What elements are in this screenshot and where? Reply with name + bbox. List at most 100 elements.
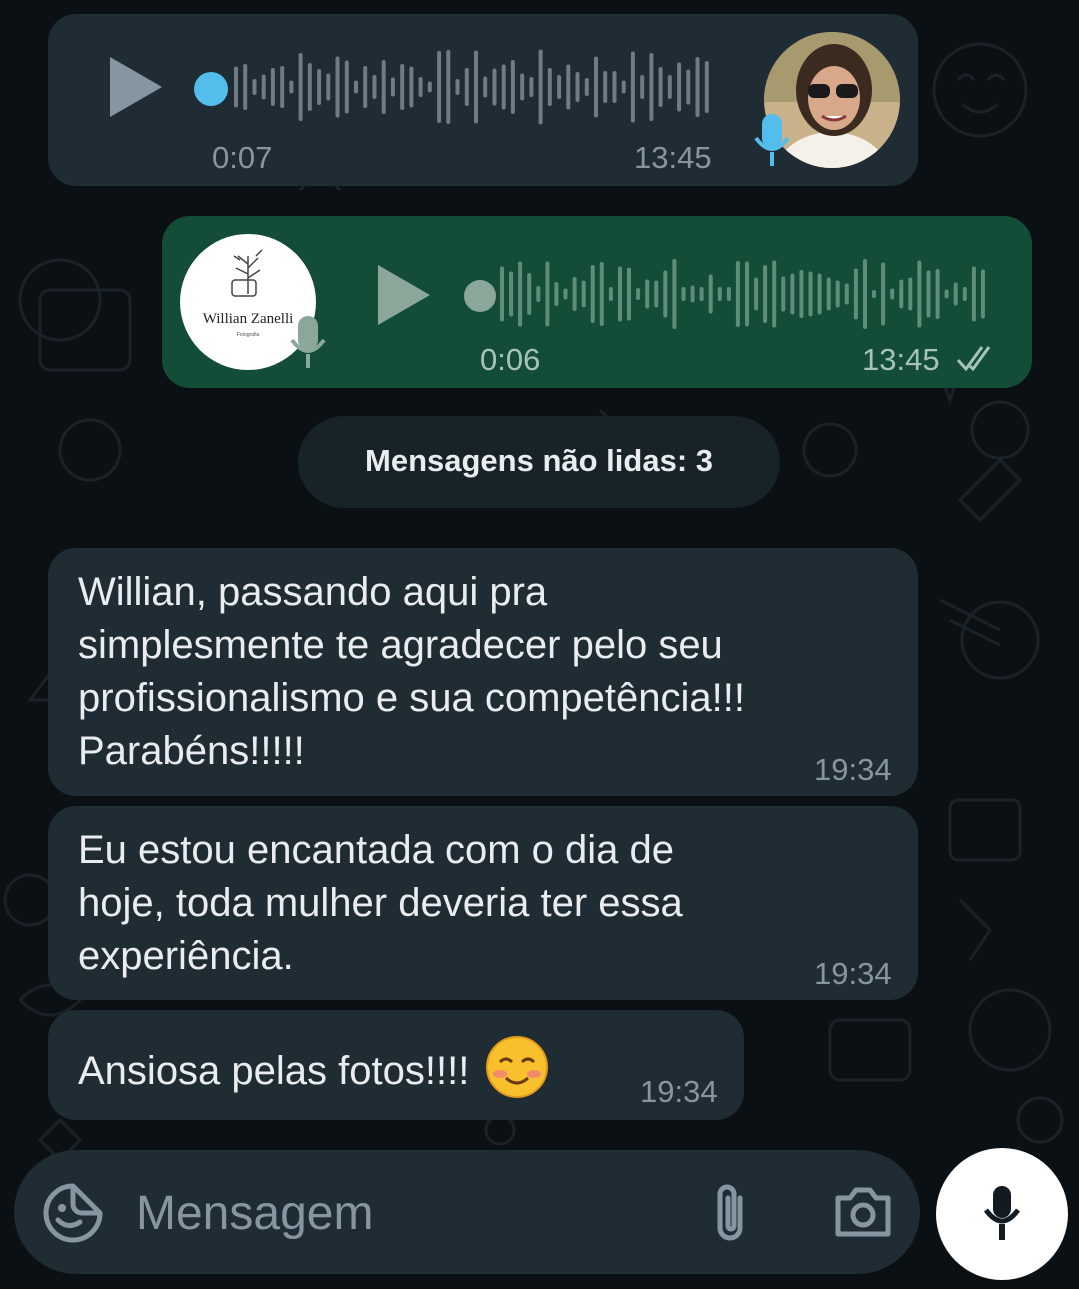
waveform-bar [354, 80, 358, 94]
logo-subtext: Fotografia [237, 332, 260, 338]
waveform-bar [518, 261, 523, 327]
waveform-bar [645, 279, 650, 309]
waveform-bar [681, 287, 686, 301]
voice-duration: 0:07 [212, 140, 273, 175]
waveform-bar [708, 274, 713, 314]
waveform-bar [754, 277, 759, 311]
text-message[interactable]: Eu estou encantada com o dia de hoje, to… [48, 806, 918, 1000]
waveform-bar [962, 287, 967, 301]
waveform-bar [817, 273, 822, 315]
audio-waveform[interactable] [500, 258, 990, 334]
waveform-bar [980, 269, 985, 319]
waveform-bar [658, 67, 663, 107]
waveform-bar [899, 279, 904, 309]
mic-badge-icon [290, 316, 326, 368]
voice-duration: 0:06 [480, 342, 541, 377]
waveform-bar [636, 288, 641, 300]
waveform-bar [599, 262, 604, 326]
waveform-bar [704, 61, 709, 113]
audio-seek-handle[interactable] [464, 280, 496, 312]
play-button[interactable] [378, 265, 430, 325]
waveform-bar [735, 261, 740, 327]
play-button[interactable] [110, 57, 162, 117]
voice-message-incoming: 0:07 13:45 [48, 14, 918, 186]
waveform-bar [446, 50, 451, 124]
waveform-bar [618, 266, 622, 322]
mic-badge-icon [754, 114, 790, 166]
message-text: Ansiosa pelas fotos!!!! [78, 1036, 549, 1098]
waveform-bar [917, 260, 922, 328]
waveform-bar [234, 66, 238, 108]
waveform-bar [307, 63, 312, 111]
waveform-bar [563, 288, 568, 300]
waveform-bar [554, 282, 559, 306]
waveform-bar [677, 62, 682, 112]
camera-icon[interactable] [832, 1184, 894, 1240]
paperclip-icon[interactable] [710, 1180, 754, 1246]
waveform-bar [335, 56, 340, 118]
waveform-bar [781, 276, 786, 312]
waveform-bar [418, 77, 423, 97]
voice-message-outgoing: Willian Zanelli Fotografia 0:06 13:45 [162, 216, 1032, 388]
waveform-bar [667, 75, 672, 99]
waveform-bar [252, 79, 257, 95]
message-line: Willian, passando aqui pra [78, 570, 548, 614]
waveform-bar [881, 262, 886, 326]
waveform-bar [594, 56, 598, 118]
text-message[interactable]: Ansiosa pelas fotos!!!! 19:34 [48, 1010, 744, 1120]
waveform-bar [243, 64, 248, 110]
message-time: 13:45 [862, 342, 940, 377]
waveform-bar [808, 271, 813, 317]
waveform-bar [590, 265, 595, 323]
waveform-bar [663, 270, 668, 318]
waveform-bar [372, 75, 377, 99]
waveform-bar [437, 51, 442, 123]
waveform-bar [390, 77, 395, 97]
waveform-bar [835, 280, 840, 308]
waveform-bar [872, 290, 876, 298]
waveform-bar [575, 72, 580, 102]
waveform-bar [529, 77, 534, 97]
waveform-bar [545, 261, 550, 327]
audio-waveform[interactable] [234, 49, 714, 129]
waveform-bar [686, 69, 691, 105]
waveform-bar [826, 277, 831, 311]
unread-label: Mensagens não lidas: 3 [365, 443, 713, 478]
waveform-bar [926, 270, 931, 318]
waveform-bar [400, 64, 405, 110]
waveform-bar [654, 280, 659, 308]
waveform-bar [527, 273, 532, 315]
waveform-bar [944, 289, 949, 299]
waveform-bar [799, 270, 804, 318]
sticker-icon[interactable] [42, 1182, 104, 1244]
waveform-bar [509, 271, 514, 317]
message-text: Eu estou encantada com o dia de hoje, to… [78, 824, 683, 983]
waveform-bar [581, 280, 586, 308]
message-time: 19:34 [814, 956, 892, 991]
waveform-bar [464, 68, 469, 106]
waveform-bar [890, 288, 895, 300]
waveform-bar [672, 259, 677, 329]
message-line: profissionalismo e sua competência!!! [78, 676, 745, 720]
waveform-bar [863, 259, 867, 329]
text-message[interactable]: Willian, passando aqui pra simplesmente … [48, 548, 918, 796]
audio-seek-handle[interactable] [194, 72, 228, 106]
waveform-bar [726, 287, 731, 301]
waveform-bar [536, 286, 541, 302]
waveform-bar [572, 277, 577, 311]
waveform-bar [763, 265, 768, 323]
waveform-bar [790, 273, 795, 315]
waveform-bar [772, 260, 777, 328]
waveform-bar [621, 80, 626, 94]
logo-text: Willian Zanelli [203, 311, 294, 327]
waveform-bar [630, 51, 635, 123]
message-composer [14, 1150, 920, 1274]
message-line: simplesmente te agradecer pelo seu [78, 623, 723, 667]
waveform-bar [844, 283, 849, 305]
message-line: experiência. [78, 934, 294, 978]
message-input[interactable] [134, 1180, 698, 1246]
waveform-bar [649, 53, 654, 121]
waveform-bar [455, 79, 460, 95]
waveform-bar [971, 266, 976, 322]
record-voice-button[interactable] [936, 1148, 1068, 1280]
